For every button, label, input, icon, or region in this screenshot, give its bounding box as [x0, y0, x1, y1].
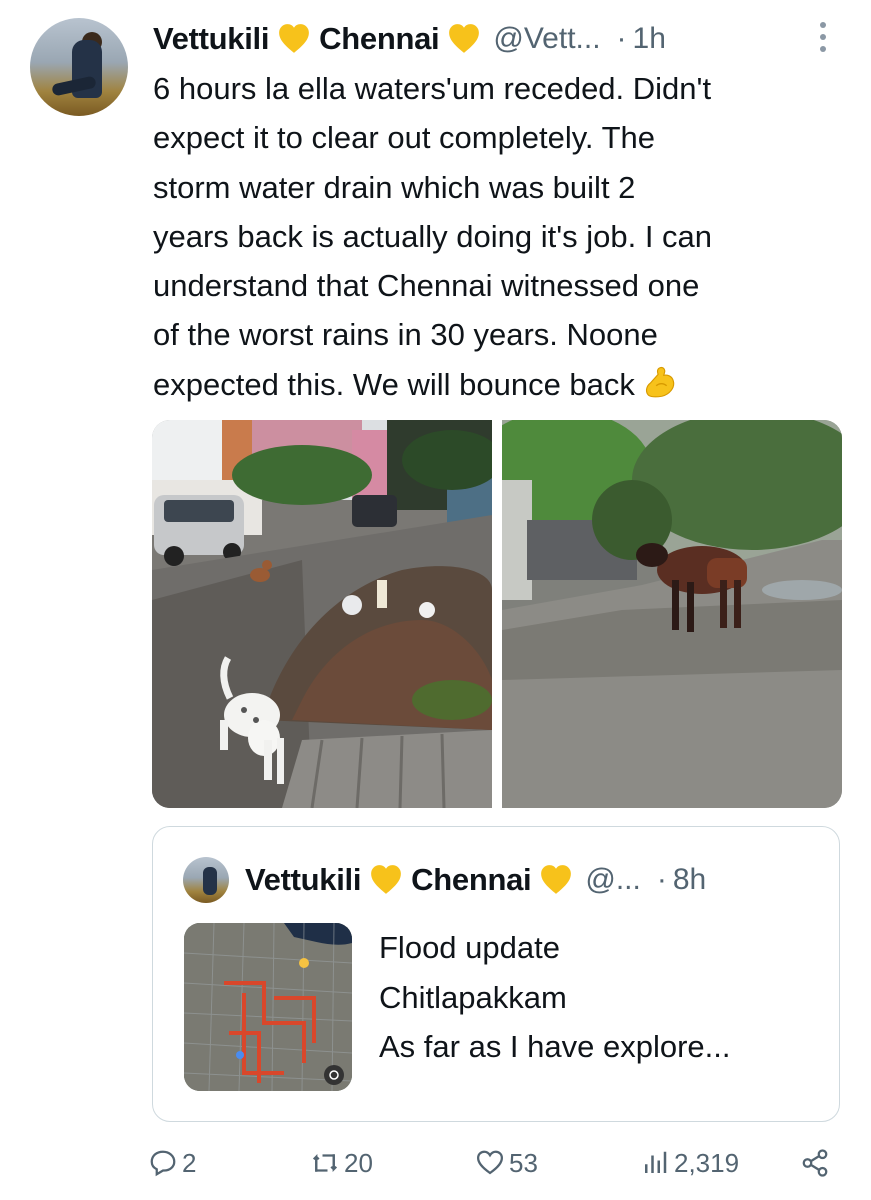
tweet-text-line: expected this. We will bounce back — [153, 366, 635, 402]
yellow-heart-icon — [279, 24, 310, 53]
street-cow-photo[interactable] — [502, 420, 842, 808]
author-handle[interactable]: @Vett... — [493, 22, 600, 56]
quoted-author-location[interactable]: Chennai — [411, 862, 532, 898]
repost-count: 20 — [344, 1147, 373, 1178]
author-location[interactable]: Chennai — [319, 21, 440, 57]
quoted-tweet-header: Vettukili Chennai @... · 8h — [245, 857, 706, 903]
reply-icon — [150, 1150, 176, 1177]
street-dogs-photo[interactable] — [152, 420, 492, 808]
quoted-text-line: As far as I have explore... — [379, 1029, 731, 1064]
author-name[interactable]: Vettukili — [153, 21, 269, 57]
repost-button[interactable]: 20 — [310, 1140, 373, 1186]
tweet-text-line: expect it to clear out completely. The — [153, 120, 655, 156]
heart-outline-icon — [476, 1150, 504, 1175]
quoted-tweet-text: Flood update Chitlapakkam As far as I ha… — [379, 923, 731, 1072]
quoted-author-name[interactable]: Vettukili — [245, 862, 361, 898]
yellow-heart-icon — [371, 865, 402, 894]
tweet-text-line: of the worst rains in 30 years. Noone — [153, 317, 658, 353]
tweet-time[interactable]: 1h — [633, 22, 666, 56]
time-separator: · — [656, 863, 667, 896]
quoted-text-line: Flood update — [379, 930, 560, 965]
share-button[interactable] — [800, 1140, 834, 1186]
quoted-tweet[interactable]: Vettukili Chennai @... · 8h Flood update… — [152, 826, 840, 1122]
tweet-text-line: 6 hours la ella waters'um receded. Didn'… — [153, 71, 712, 106]
reply-button[interactable]: 2 — [148, 1140, 196, 1186]
map-thumbnail[interactable] — [184, 923, 352, 1091]
quoted-tweet-time[interactable]: 8h — [673, 863, 706, 897]
flexed-biceps-icon — [645, 366, 675, 398]
reply-count: 2 — [182, 1147, 197, 1178]
share-icon — [802, 1149, 828, 1177]
views-button[interactable]: 2,319 — [640, 1140, 739, 1186]
views-count: 2,319 — [674, 1147, 740, 1178]
views-icon — [645, 1151, 667, 1173]
yellow-heart-icon — [449, 24, 480, 53]
quoted-author-handle[interactable]: @... — [585, 863, 640, 897]
quoted-text-line: Chitlapakkam — [379, 979, 567, 1015]
like-count: 53 — [509, 1147, 538, 1178]
author-avatar[interactable] — [30, 18, 128, 116]
like-button[interactable]: 53 — [475, 1140, 538, 1186]
repost-icon — [312, 1154, 338, 1172]
tweet-text-line: storm water drain which was built 2 — [153, 169, 636, 205]
more-options-icon[interactable] — [818, 22, 828, 56]
tweet-action-bar: 2 20 53 2,319 — [148, 1140, 838, 1186]
tweet-text: 6 hours la ella waters'um receded. Didn'… — [153, 64, 843, 409]
yellow-heart-icon — [541, 865, 572, 894]
tweet-text-line: understand that Chennai witnessed one — [153, 268, 700, 304]
tweet-media[interactable] — [152, 420, 842, 808]
time-separator: · — [616, 22, 627, 55]
tweet-header: Vettukili Chennai @Vett... · 1h — [153, 16, 843, 62]
quoted-author-avatar[interactable] — [183, 857, 229, 903]
tweet-text-line: years back is actually doing it's job. I… — [153, 218, 713, 254]
